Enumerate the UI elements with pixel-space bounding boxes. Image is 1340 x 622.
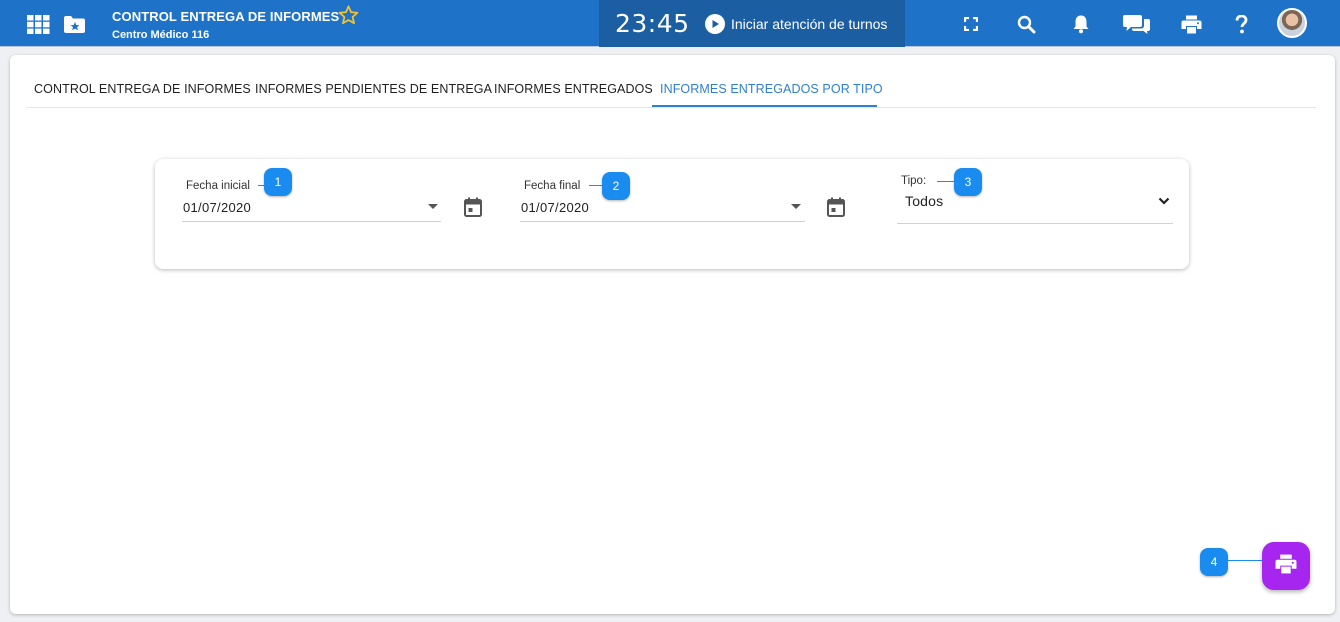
type-label: Tipo:: [901, 175, 927, 187]
bell-icon[interactable]: [1070, 13, 1092, 35]
help-icon[interactable]: [1232, 13, 1250, 35]
top-bar: CONTROL ENTREGA DE INFORMES Centro Médic…: [0, 0, 1340, 47]
fullscreen-icon[interactable]: [962, 15, 980, 33]
end-date-underline: [520, 221, 805, 222]
tab-informes-entregados[interactable]: INFORMES ENTREGADOS: [494, 82, 653, 96]
main-panel: CONTROL ENTREGA DE INFORMES INFORMES PEN…: [10, 55, 1335, 614]
page-title: CONTROL ENTREGA DE INFORMES: [112, 9, 340, 24]
start-turns-button[interactable]: Iniciar atención de turnos: [705, 13, 887, 35]
print-icon[interactable]: [1180, 13, 1202, 35]
start-date-dropdown-icon[interactable]: [428, 204, 438, 209]
start-date-calendar-icon[interactable]: [463, 196, 483, 218]
start-date-underline: [182, 221, 441, 222]
chat-icon[interactable]: [1121, 12, 1151, 36]
active-tab-indicator: [652, 105, 877, 107]
user-avatar[interactable]: [1277, 8, 1307, 38]
favorite-star-icon[interactable]: [338, 5, 359, 30]
tab-informes-entregados-por-tipo[interactable]: INFORMES ENTREGADOS POR TIPO: [660, 82, 883, 96]
end-date-calendar-icon[interactable]: [826, 196, 846, 218]
step-badge-1: 1: [264, 168, 292, 196]
clock: 23:45: [615, 9, 690, 38]
tab-control-entrega[interactable]: CONTROL ENTREGA DE INFORMES: [34, 82, 251, 96]
start-date-label: Fecha inicial: [186, 180, 250, 192]
print-icon: [1275, 554, 1297, 579]
apps-grid-icon[interactable]: [26, 14, 50, 34]
end-date-dropdown-icon[interactable]: [791, 204, 801, 209]
end-date-label: Fecha final: [524, 180, 581, 192]
badge-connector: [589, 185, 603, 186]
filter-card: Fecha inicial 01/07/2020 Fecha final 01/…: [155, 159, 1189, 269]
page-subtitle: Centro Médico 116: [112, 29, 210, 41]
search-icon[interactable]: [1015, 13, 1037, 35]
step-badge-2: 2: [602, 172, 630, 200]
end-date-input[interactable]: 01/07/2020: [521, 200, 589, 215]
badge-connector: [1228, 560, 1262, 561]
start-date-input[interactable]: 01/07/2020: [183, 200, 251, 215]
tab-informes-pendientes[interactable]: INFORMES PENDIENTES DE ENTREGA: [255, 82, 492, 96]
tab-bar: CONTROL ENTREGA DE INFORMES INFORMES PEN…: [26, 55, 1316, 108]
step-badge-3: 3: [954, 168, 982, 196]
print-report-button[interactable]: [1262, 542, 1310, 590]
badge-connector: [937, 181, 955, 182]
folder-star-icon[interactable]: [62, 14, 86, 34]
type-select[interactable]: Todos: [905, 193, 943, 209]
play-icon: [705, 14, 725, 34]
step-badge-4: 4: [1200, 548, 1228, 576]
type-underline: [897, 223, 1173, 224]
start-turns-label: Iniciar atención de turnos: [731, 16, 888, 32]
chevron-down-icon[interactable]: [1157, 195, 1171, 207]
